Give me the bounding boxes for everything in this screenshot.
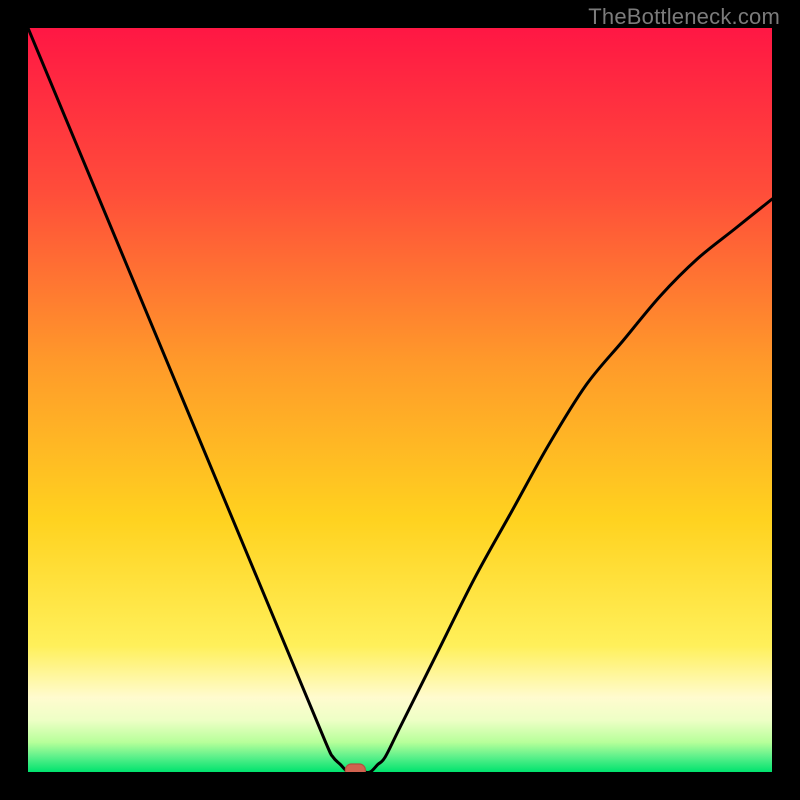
optimal-point-marker (345, 764, 365, 772)
chart-frame: TheBottleneck.com (0, 0, 800, 800)
bottleneck-chart (28, 28, 772, 772)
attribution-label: TheBottleneck.com (588, 4, 780, 30)
plot-area (28, 28, 772, 772)
gradient-background (28, 28, 772, 772)
